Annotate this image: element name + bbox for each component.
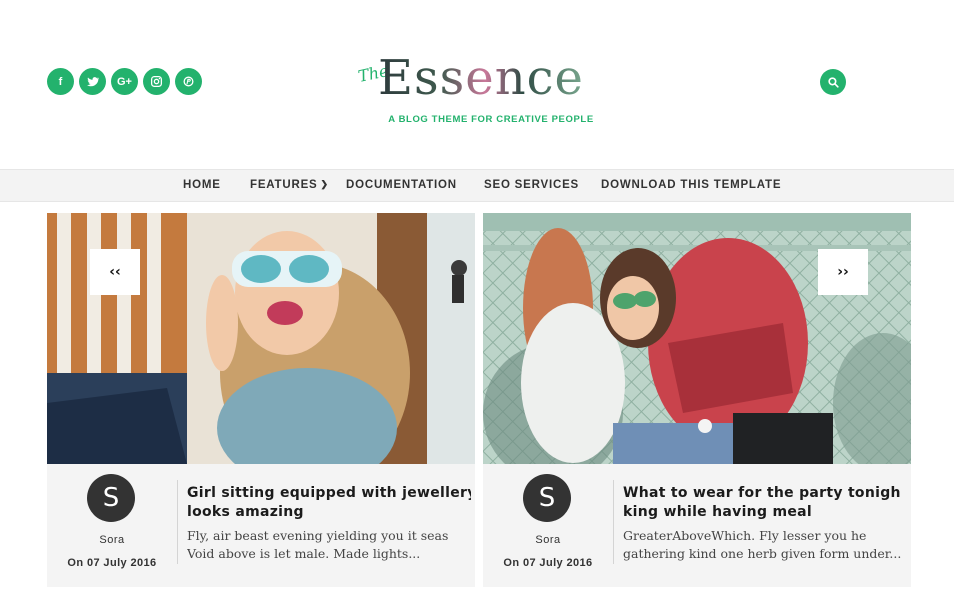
post-excerpt-line: GreaterAboveWhich. Fly lesser you he: [623, 528, 867, 543]
nav-item-features[interactable]: FEATURES ❯: [250, 179, 329, 191]
site-logo[interactable]: The Essence: [356, 50, 614, 108]
nav-item-download-template[interactable]: DOWNLOAD THIS TEMPLATE: [601, 179, 781, 191]
post-title-line: What to wear for the party tonigh: [623, 485, 901, 501]
google-plus-icon[interactable]: G+: [111, 68, 138, 95]
main-nav: HOME FEATURES ❯ DOCUMENTATION SEO SERVICE…: [0, 169, 954, 202]
site-header: f G+ The Essence A BLOG THEME FOR CREATI…: [0, 0, 954, 168]
post-date: On 07 July 2016: [503, 557, 593, 569]
post-title-line: king while having meal: [623, 504, 812, 520]
logo-wordmark: Essence: [378, 50, 584, 106]
slider-prev-button[interactable]: ‹‹: [90, 249, 140, 295]
search-icon: [827, 76, 839, 88]
meta-divider: [177, 480, 178, 564]
chevron-down-icon: ❯: [320, 179, 329, 189]
nav-item-features-label: FEATURES: [250, 179, 318, 191]
post-excerpt-line: gathering kind one herb given form under…: [623, 546, 902, 561]
post-title-line: Girl sitting equipped with jewellery: [187, 485, 471, 501]
facebook-glyph: f: [58, 75, 63, 88]
post-title[interactable]: Girl sitting equipped with jewellery loo…: [187, 484, 471, 522]
nav-item-home[interactable]: HOME: [183, 179, 221, 191]
post-author[interactable]: Sora: [47, 534, 177, 546]
avatar[interactable]: S: [523, 474, 571, 522]
featured-post-card[interactable]: ‹‹ S Sora On 07 July 2016 Girl sitting e…: [47, 213, 475, 587]
post-date: On 07 July 2016: [67, 557, 157, 569]
post-meta: S Sora On 07 July 2016 Girl sitting equi…: [47, 464, 475, 587]
post-title[interactable]: What to wear for the party tonigh king w…: [623, 484, 907, 522]
nav-item-seo-services[interactable]: SEO SERVICES: [484, 179, 579, 191]
post-author[interactable]: Sora: [483, 534, 613, 546]
meta-divider: [613, 480, 614, 564]
social-links: f G+: [47, 68, 202, 95]
google-plus-glyph: G+: [117, 75, 132, 88]
search-button[interactable]: [820, 69, 846, 95]
avatar[interactable]: S: [87, 474, 135, 522]
post-excerpt-line: Fly, air beast evening yielding you it s…: [187, 528, 449, 543]
nav-item-documentation[interactable]: DOCUMENTATION: [346, 179, 457, 191]
facebook-icon[interactable]: f: [47, 68, 74, 95]
post-meta: S Sora On 07 July 2016 What to wear for …: [483, 464, 911, 587]
instagram-icon[interactable]: [143, 68, 170, 95]
post-title-line: looks amazing: [187, 504, 304, 520]
twitter-icon[interactable]: [79, 68, 106, 95]
slider-next-button[interactable]: ››: [818, 249, 868, 295]
featured-post-card[interactable]: ›› S Sora On 07 July 2016 What to wear f…: [483, 213, 911, 587]
post-excerpt-line: Void above is let male. Made lights...: [187, 546, 421, 561]
site-tagline: A BLOG THEME FOR CREATIVE PEOPLE: [388, 114, 594, 125]
pinterest-icon[interactable]: [175, 68, 202, 95]
post-excerpt: GreaterAboveWhich. Fly lesser you he gat…: [623, 527, 907, 563]
post-excerpt: Fly, air beast evening yielding you it s…: [187, 527, 471, 563]
